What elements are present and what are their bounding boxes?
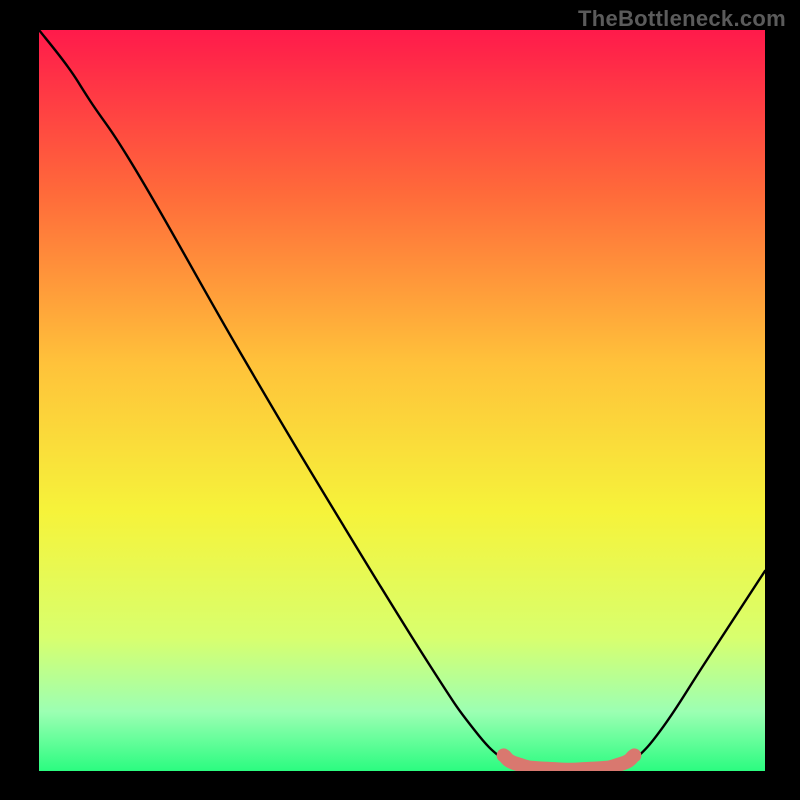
chart-container: { "watermark": "TheBottleneck.com", "cha… xyxy=(0,0,800,800)
watermark-text: TheBottleneck.com xyxy=(578,6,786,32)
gradient-background xyxy=(39,30,765,771)
bottleneck-chart xyxy=(0,0,800,800)
